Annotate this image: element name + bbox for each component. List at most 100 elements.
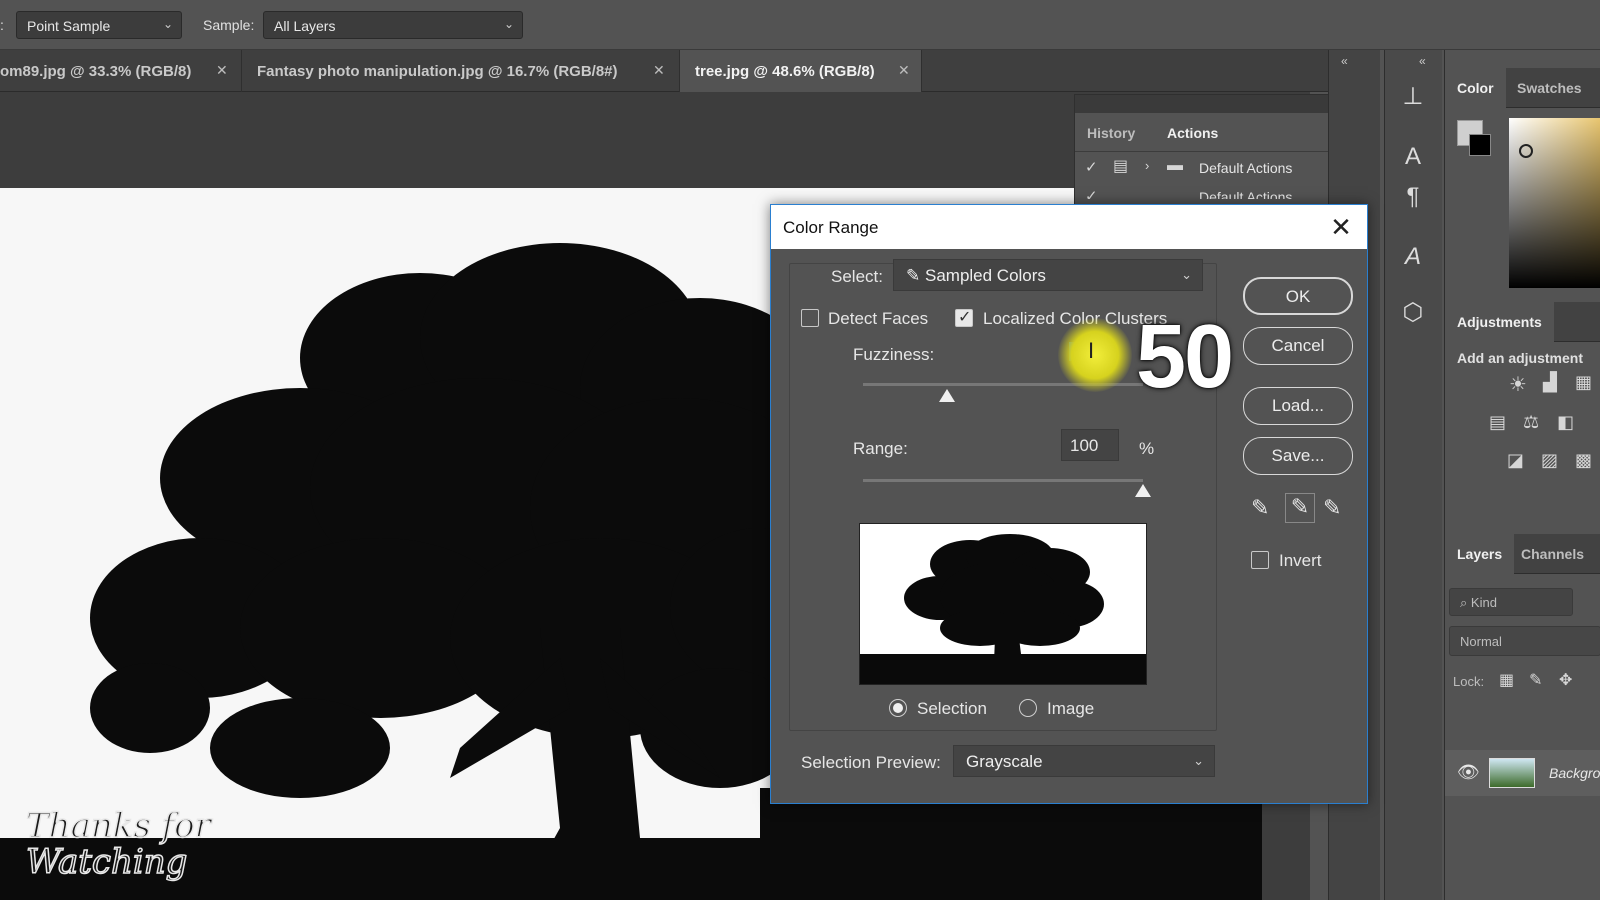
selection-preview-dropdown[interactable]: Grayscale ⌄ [953, 745, 1215, 777]
collapse-icon[interactable]: « [1419, 54, 1426, 68]
document-tabs: om89.jpg @ 33.3% (RGB/8) ✕ Fantasy photo… [0, 50, 1328, 92]
sample-dropdown[interactable]: All Layers ⌄ [263, 11, 523, 39]
lock-transparent-icon[interactable]: ▦ [1499, 670, 1514, 690]
select-label: Select: [831, 267, 883, 286]
folder-icon: ▬ [1167, 157, 1183, 174]
black-white-icon[interactable]: ◧ [1557, 412, 1574, 433]
check-icon[interactable]: ✓ [1085, 158, 1098, 176]
ok-button[interactable]: OK [1243, 277, 1353, 315]
close-icon[interactable]: ✕ [898, 62, 910, 79]
tab-swatches[interactable]: Swatches [1505, 68, 1594, 108]
chevron-down-icon: ⌄ [1193, 753, 1204, 768]
close-icon[interactable]: ✕ [653, 62, 665, 79]
panel-header-strip [1075, 95, 1365, 113]
action-row[interactable]: ✓ Default Actions [1075, 183, 1365, 199]
tool-icons-strip: « ⊥ A ¶ A ⬡ [1384, 50, 1442, 900]
doc-tab-2[interactable]: Fantasy photo manipulation.jpg @ 16.7% (… [242, 50, 680, 92]
color-balance-icon[interactable]: ⚖ [1523, 412, 1539, 433]
photo-filter-icon[interactable]: ◪ [1507, 450, 1524, 471]
fuzziness-slider-thumb[interactable] [939, 389, 955, 402]
sample-size-label-fragment: : [0, 17, 4, 33]
tab-actions[interactable]: Actions [1155, 113, 1231, 151]
3d-icon[interactable]: ⬡ [1398, 298, 1428, 328]
save-button[interactable]: Save... [1243, 437, 1353, 475]
detect-faces-checkbox[interactable] [801, 309, 819, 327]
sample-size-dropdown[interactable]: Point Sample ⌄ [16, 11, 182, 39]
options-bar: : Point Sample ⌄ Sample: All Layers ⌄ [0, 0, 1600, 50]
image-radio[interactable] [1019, 699, 1037, 717]
invert-checkbox[interactable] [1251, 551, 1269, 569]
selection-preview-value: Grayscale [966, 752, 1043, 771]
selection-preview-image[interactable] [859, 523, 1147, 685]
tab-color[interactable]: Color [1445, 68, 1506, 108]
layer-thumbnail [1489, 758, 1535, 788]
chevron-down-icon: ⌄ [1181, 267, 1192, 282]
eyedropper-plus-icon[interactable]: ✎ [1285, 493, 1315, 523]
preview-tree-silhouette [860, 534, 1146, 684]
layer-name: Backgro [1549, 765, 1600, 781]
load-button[interactable]: Load... [1243, 387, 1353, 425]
dialog-toggle-icon[interactable]: ▤ [1113, 156, 1128, 176]
background-color-swatch[interactable] [1469, 134, 1491, 156]
range-slider-thumb[interactable] [1135, 484, 1151, 497]
gradient-map-icon[interactable]: ▨ [1541, 450, 1558, 471]
close-icon[interactable]: ✕ [1325, 211, 1357, 243]
detect-faces-label: Detect Faces [828, 309, 929, 328]
character-icon[interactable]: A [1398, 142, 1428, 172]
color-picker-cursor[interactable] [1519, 144, 1533, 158]
watermark-line-2: Watching [25, 842, 188, 882]
watermark: Thanks for Watching [25, 806, 211, 882]
localized-color-clusters-checkbox[interactable] [955, 307, 973, 327]
cancel-button[interactable]: Cancel [1243, 327, 1353, 365]
levels-icon[interactable]: ▟ [1543, 372, 1557, 393]
dialog-title: Color Range [783, 218, 879, 237]
selective-color-icon[interactable]: ▩ [1575, 450, 1592, 471]
kind-label: Kind [1470, 595, 1497, 610]
eyedropper-icon[interactable]: ✎ [1251, 495, 1269, 521]
watermark-line-1: Thanks for [25, 806, 211, 846]
tab-layers[interactable]: Layers [1445, 534, 1515, 574]
tab-history[interactable]: History [1075, 113, 1147, 151]
lock-position-icon[interactable]: ✥ [1559, 670, 1572, 690]
eye-icon[interactable]: 👁 [1457, 762, 1480, 783]
check-icon[interactable]: ✓ [1085, 187, 1098, 199]
sample-size-value: Point Sample [27, 18, 111, 34]
chevron-down-icon: ⌄ [503, 17, 514, 31]
selection-radio-label: Selection [917, 699, 987, 718]
eyedropper-minus-icon[interactable]: ✎ [1323, 495, 1341, 521]
layers-panel-header: Layers Channels [1445, 534, 1600, 574]
doc-tab-3[interactable]: tree.jpg @ 48.6% (RGB/8) ✕ [680, 50, 922, 92]
doc-tab-label: tree.jpg @ 48.6% (RGB/8) [695, 63, 875, 80]
selection-radio[interactable] [889, 699, 907, 717]
blend-mode-dropdown[interactable]: Normal [1449, 626, 1600, 656]
tab-channels[interactable]: Channels [1509, 534, 1596, 574]
range-slider-track[interactable] [863, 479, 1143, 482]
color-range-dialog: Color Range ✕ Select: ✎ Sampled Colors ⌄… [770, 204, 1368, 804]
select-dropdown[interactable]: ✎ Sampled Colors ⌄ [893, 259, 1203, 291]
fuzziness-label: Fuzziness: [853, 345, 935, 364]
hue-saturation-icon[interactable]: ▤ [1489, 412, 1506, 433]
glyphs-icon[interactable]: A [1398, 242, 1428, 272]
chevron-right-icon[interactable]: › [1145, 158, 1149, 173]
curves-icon[interactable]: ▦ [1575, 372, 1592, 393]
dialog-title-bar: Color Range ✕ [771, 205, 1367, 249]
doc-tab-1[interactable]: om89.jpg @ 33.3% (RGB/8) ✕ [0, 50, 242, 92]
close-icon[interactable]: ✕ [216, 62, 228, 79]
paragraph-icon[interactable]: ¶ [1398, 182, 1428, 212]
tab-adjustments[interactable]: Adjustments [1445, 302, 1554, 342]
doc-tab-label: om89.jpg @ 33.3% (RGB/8) [0, 63, 192, 80]
range-input[interactable]: 100 [1061, 429, 1119, 461]
action-set-label: Default Actions [1199, 189, 1293, 199]
layer-filter-dropdown[interactable]: ⌕ Kind [1449, 588, 1573, 616]
cursor-highlight [1058, 318, 1132, 392]
action-row[interactable]: ✓ ▤ › ▬ Default Actions [1075, 151, 1365, 183]
layer-row-background[interactable]: 👁 Backgro [1445, 750, 1600, 796]
lock-paint-icon[interactable]: ✎ [1529, 670, 1542, 690]
select-value: Sampled Colors [924, 266, 1046, 285]
color-panel-header: Color Swatches [1445, 68, 1600, 108]
brightness-icon[interactable]: ☀ [1509, 372, 1527, 397]
clone-source-icon[interactable]: ⊥ [1398, 82, 1428, 112]
collapse-icon[interactable]: « [1341, 54, 1348, 68]
selection-preview-label: Selection Preview: [801, 753, 941, 772]
invert-label: Invert [1279, 551, 1322, 570]
